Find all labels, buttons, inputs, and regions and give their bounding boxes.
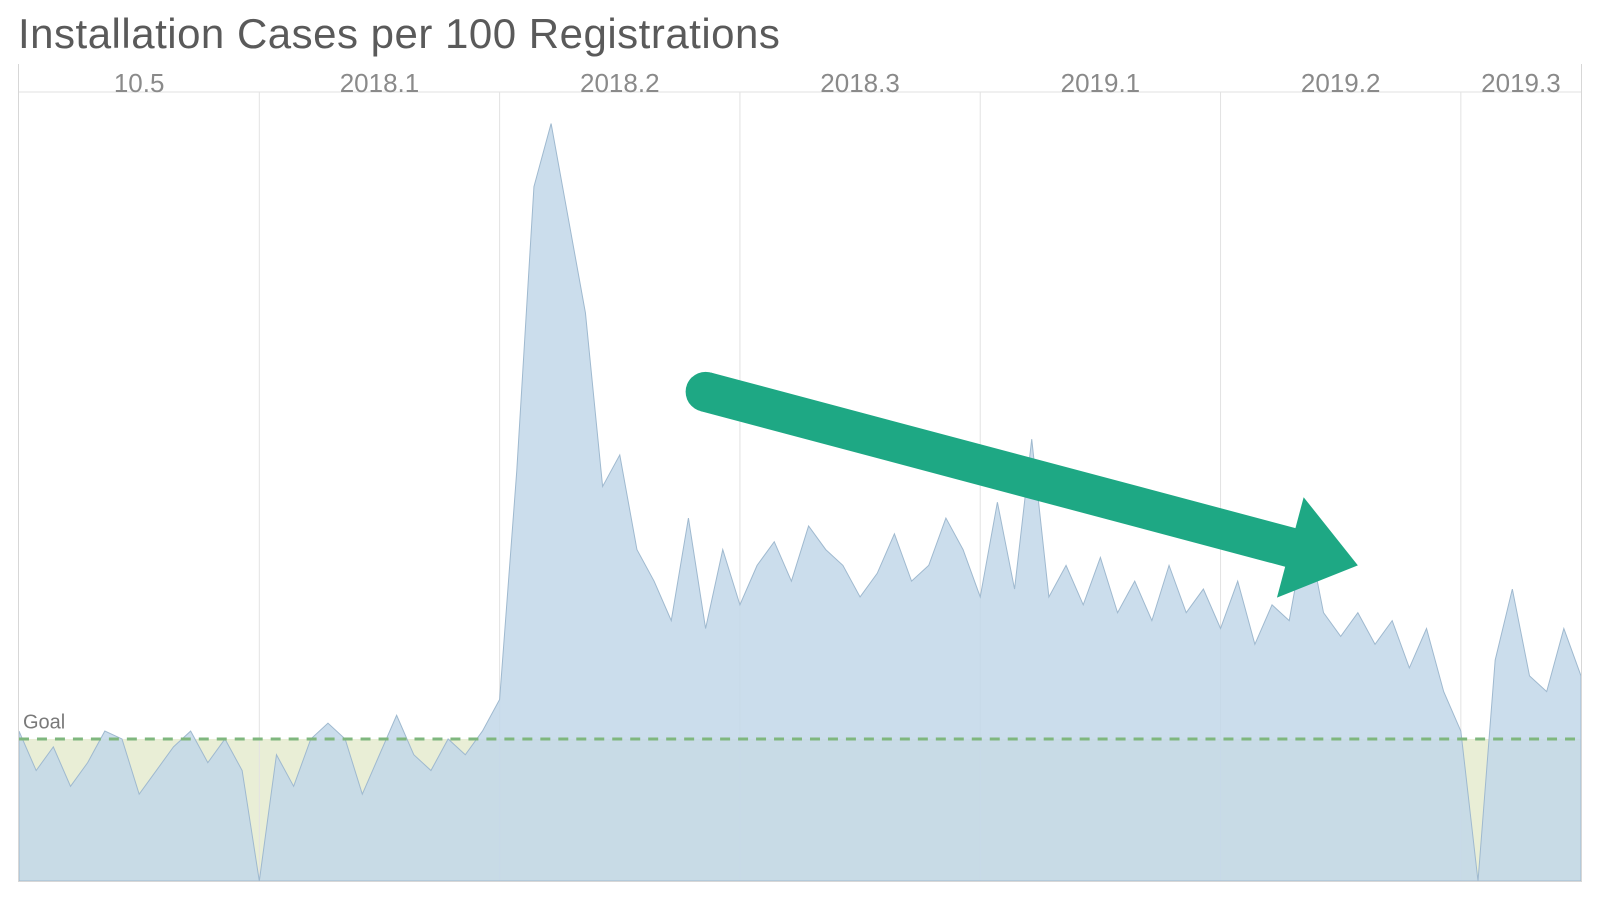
chart-title: Installation Cases per 100 Registrations bbox=[18, 10, 780, 58]
x-tick-label: 2018.2 bbox=[580, 68, 660, 99]
x-axis-labels: 10.5 2018.1 2018.2 2018.3 2019.1 2019.2 2019.3 bbox=[19, 68, 1581, 96]
x-tick-label: 2018.1 bbox=[340, 68, 420, 99]
x-tick-label: 2018.3 bbox=[820, 68, 900, 99]
x-tick-label: 2019.1 bbox=[1061, 68, 1141, 99]
area-chart bbox=[19, 64, 1581, 881]
x-tick-label: 10.5 bbox=[114, 68, 165, 99]
chart-plot-area: 10.5 2018.1 2018.2 2018.3 2019.1 2019.2 2019.3… bbox=[18, 64, 1582, 882]
goal-label: Goal bbox=[23, 711, 65, 734]
x-tick-label: 2019.3 bbox=[1481, 68, 1561, 99]
x-tick-label: 2019.2 bbox=[1301, 68, 1381, 99]
